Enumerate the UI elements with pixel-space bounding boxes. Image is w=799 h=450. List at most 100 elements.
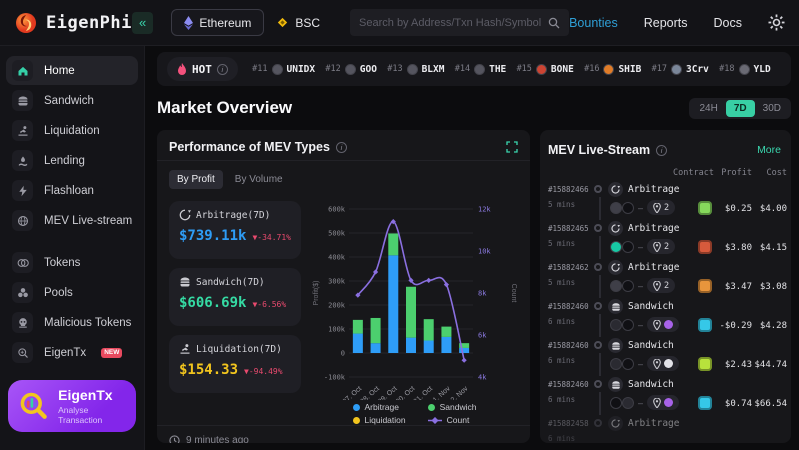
sidebar-item-eigentx[interactable]: EigenTx NEW <box>6 338 138 367</box>
legend-label: Arbitrage <box>365 402 400 412</box>
performance-title: Performance of MEV Types <box>169 140 330 154</box>
svg-text:28. Oct: 28. Oct <box>359 385 380 400</box>
svg-text:0: 0 <box>341 350 345 358</box>
sandwich-change: ▼-6.56% <box>252 300 286 309</box>
legend-item[interactable]: Count <box>428 415 477 425</box>
row-meta: #158824625 mins <box>548 260 592 299</box>
stat-card-liquidation[interactable]: Liquidation(7D) $154.33 ▼-94.49% <box>169 335 301 393</box>
ticker-rank: #17 <box>652 64 667 74</box>
tab-by-profit[interactable]: By Profit <box>169 170 223 189</box>
timeline <box>592 416 608 443</box>
chart-legend: Arbitrage Sandwich Liquidation Count <box>353 402 477 425</box>
more-link[interactable]: More <box>757 144 781 156</box>
timeline-connector <box>599 314 601 337</box>
legend-item[interactable]: Sandwich <box>428 402 477 412</box>
dot-marker-icon <box>428 404 435 411</box>
live-stream-row[interactable]: #158824606 minsSandwich–$0.74$66.54 <box>548 377 787 416</box>
sidebar-item-tokens[interactable]: Tokens <box>6 248 138 277</box>
expand-icon[interactable] <box>506 141 518 153</box>
live-stream-header: MEV Live-Stream i More <box>548 140 787 160</box>
contract-identicon[interactable] <box>698 318 712 332</box>
performance-info-icon[interactable]: i <box>336 142 347 153</box>
live-stream-row[interactable]: #158824665 minsArbitrage–2$0.25$4.00 <box>548 182 787 221</box>
ticker-rank: #12 <box>325 64 340 74</box>
ticker-item[interactable]: #12GOO <box>325 64 377 75</box>
eigentx-promo-icon <box>18 389 48 423</box>
sidebar-item-flashloan[interactable]: Flashloan <box>6 176 138 205</box>
sidebar-item-home[interactable]: Home <box>6 56 138 85</box>
live-stream-row[interactable]: #158824655 minsArbitrage–2$3.80$4.15 <box>548 221 787 260</box>
ticker-item[interactable]: #16SHIB <box>584 64 641 75</box>
timeline-ring-icon <box>594 302 602 310</box>
ethereum-icon <box>184 16 193 30</box>
nav-reports[interactable]: Reports <box>644 16 688 30</box>
settings-gear-icon[interactable] <box>768 14 785 31</box>
mev-type-icon <box>608 299 623 314</box>
live-stream-row[interactable]: #158824606 minsSandwich–-$0.29$4.28 <box>548 299 787 338</box>
live-stream-row[interactable]: #158824625 minsArbitrage–2$3.47$3.08 <box>548 260 787 299</box>
token-coin-icon <box>603 64 614 75</box>
sidebar-item-mev-live-stream[interactable]: MEV Live-stream <box>6 206 138 235</box>
svg-text:100k: 100k <box>328 326 346 334</box>
search-bar <box>350 9 569 36</box>
live-stream-row[interactable]: #158824586 minsArbitrage <box>548 416 787 443</box>
contract-identicon[interactable] <box>698 396 712 410</box>
contract-identicon[interactable] <box>698 240 712 254</box>
arbitrage-icon <box>611 185 620 194</box>
route-arrow: – <box>638 398 643 408</box>
svg-text:300k: 300k <box>328 278 346 286</box>
ticker-item[interactable]: #11UNIDX <box>252 64 315 75</box>
hot-ticker-bar: HOT i #11UNIDX#12GOO#13BLXM#14THE#15BONE… <box>157 52 791 86</box>
live-stream-info-icon[interactable]: i <box>656 145 667 156</box>
ticker-symbol: THE <box>489 64 506 75</box>
tab-by-volume[interactable]: By Volume <box>227 170 291 189</box>
sidebar-item-sandwich[interactable]: Sandwich <box>6 86 138 115</box>
app-root: EigenPhi « Ethereum BSC Bounties Reports <box>0 0 799 450</box>
sidebar-item-pools[interactable]: Pools <box>6 278 138 307</box>
range-30d[interactable]: 30D <box>755 100 789 117</box>
arbitrage-change: ▼-34.71% <box>252 233 291 242</box>
svg-text:8k: 8k <box>478 290 487 298</box>
top-nav: Bounties Reports Docs <box>569 14 785 31</box>
contract-identicon[interactable] <box>698 201 712 215</box>
block-number: #15882460 <box>548 377 592 389</box>
contract-identicon[interactable] <box>698 357 712 371</box>
stat-card-sandwich[interactable]: Sandwich(7D) $606.69k ▼-6.56% <box>169 268 301 326</box>
ticker-rank: #13 <box>387 64 402 74</box>
token-coin-icon <box>622 397 634 409</box>
sidebar-item-liquidation[interactable]: Liquidation <box>6 116 138 145</box>
range-24h[interactable]: 24H <box>691 100 725 117</box>
ticker-item[interactable]: #14THE <box>455 64 507 75</box>
ticker-item[interactable]: #13 BLXM <box>387 64 444 75</box>
stat-card-arbitrage[interactable]: Arbitrage(7D) $739.11k ▼-34.71% <box>169 201 301 259</box>
svg-text:200k: 200k <box>328 302 346 310</box>
sidebar-item-malicious-tokens[interactable]: Malicious Tokens <box>6 308 138 337</box>
brand[interactable]: EigenPhi <box>14 11 132 35</box>
ticker-symbol: 3Crv <box>686 64 709 75</box>
sidebar-collapse-button[interactable]: « <box>132 12 153 34</box>
sidebar-item-lending[interactable]: Lending <box>6 146 138 175</box>
search-icon[interactable] <box>548 17 560 29</box>
bsc-icon <box>276 16 289 29</box>
network-bsc-button[interactable]: BSC <box>264 9 332 36</box>
ticker-symbol: BLXM <box>422 64 445 75</box>
legend-item[interactable]: Arbitrage <box>353 402 406 412</box>
row-main: Arbitrage–2 <box>608 221 714 260</box>
search-input[interactable] <box>359 17 548 29</box>
range-7d[interactable]: 7D <box>726 100 755 117</box>
token-coin-icon <box>345 64 356 75</box>
promo-subtitle: Analyse Transaction <box>58 405 126 425</box>
network-ethereum-button[interactable]: Ethereum <box>171 9 264 36</box>
ticker-item[interactable]: #17 3Crv <box>652 64 709 75</box>
nav-bounties[interactable]: Bounties <box>569 16 618 30</box>
ticker-item[interactable]: #15BONE <box>517 64 574 75</box>
token-coin-icon <box>622 241 634 253</box>
live-stream-row[interactable]: #158824606 minsSandwich–$2.43$44.74 <box>548 338 787 377</box>
contract-identicon[interactable] <box>698 279 712 293</box>
eigentx-promo-card[interactable]: EigenTx Analyse Transaction <box>8 380 136 432</box>
ticker-item[interactable]: #18YLD <box>719 64 771 75</box>
legend-item[interactable]: Liquidation <box>353 415 406 425</box>
row-time: 6 mins <box>548 356 592 365</box>
nav-docs[interactable]: Docs <box>714 16 742 30</box>
hot-info-icon[interactable]: i <box>217 64 228 75</box>
